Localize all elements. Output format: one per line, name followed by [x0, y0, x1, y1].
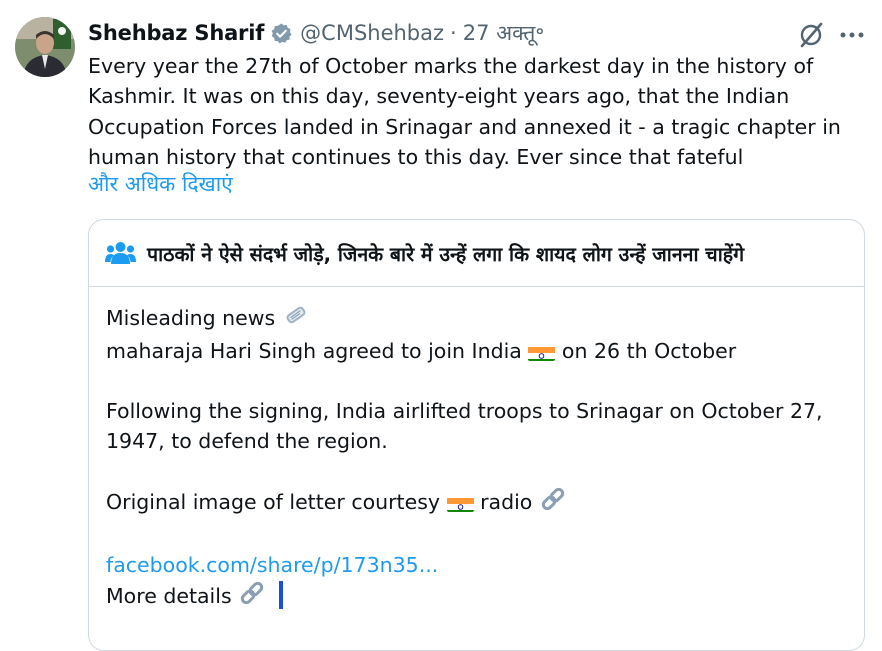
note-text: Misleading news — [106, 306, 276, 330]
note-text: on 26 th October — [561, 339, 737, 363]
note-line: More details — [106, 580, 851, 614]
verified-badge-icon — [270, 22, 293, 45]
note-text: maharaja Hari Singh agreed to join India — [106, 339, 522, 363]
newspaper-icon — [282, 302, 310, 336]
text-cursor — [278, 581, 283, 609]
note-source-link[interactable]: facebook.com/share/p/173n35... — [106, 553, 438, 577]
author-name[interactable]: Shehbaz Sharif — [88, 21, 264, 45]
india-flag-icon — [528, 343, 556, 361]
note-line: Misleading news — [106, 302, 851, 336]
more-details-label[interactable]: More details — [106, 584, 232, 608]
tweet-text: Every year the 27th of October marks the… — [88, 54, 841, 169]
note-line: 1947, to defend the region. — [106, 429, 388, 453]
community-note-title: पाठकों ने ऐसे संदर्भ जोड़े, जिनके बारे म… — [147, 242, 745, 266]
people-icon — [105, 240, 136, 266]
show-more-link[interactable]: और अधिक दिखाएं — [88, 170, 233, 198]
author-handle[interactable]: @CMShehbaz — [300, 21, 444, 45]
link-icon — [539, 486, 567, 520]
link-icon — [238, 580, 266, 614]
community-note-card: पाठकों ने ऐसे संदर्भ जोड़े, जिनके बारे म… — [88, 219, 865, 651]
note-text: radio — [480, 490, 533, 514]
tweet-date[interactable]: 27 अक्तू॰ — [463, 19, 545, 47]
tweet-header: Shehbaz Sharif @CMShehbaz · 27 अक्तू॰ — [88, 18, 544, 48]
more-horizontal-icon[interactable] — [837, 20, 867, 50]
separator-dot: · — [450, 21, 457, 45]
community-note-body: Misleading news maharaja Hari Singh agre… — [106, 302, 851, 614]
community-note-header: पाठकों ने ऐसे संदर्भ जोड़े, जिनके बारे म… — [89, 220, 864, 287]
avatar[interactable] — [15, 17, 75, 77]
profile-photo — [15, 17, 75, 77]
note-text: Original image of letter courtesy — [106, 490, 441, 514]
note-line: Original image of letter courtesy radio — [106, 486, 851, 520]
note-line: Following the signing, India airlifted t… — [106, 399, 823, 423]
note-spacer — [106, 456, 851, 486]
note-spacer — [106, 520, 851, 550]
grok-icon[interactable] — [796, 20, 826, 50]
note-line: maharaja Hari Singh agreed to join India… — [106, 336, 851, 366]
note-spacer — [106, 366, 851, 396]
india-flag-icon — [446, 494, 474, 512]
note-line: facebook.com/share/p/173n35... — [106, 550, 851, 580]
